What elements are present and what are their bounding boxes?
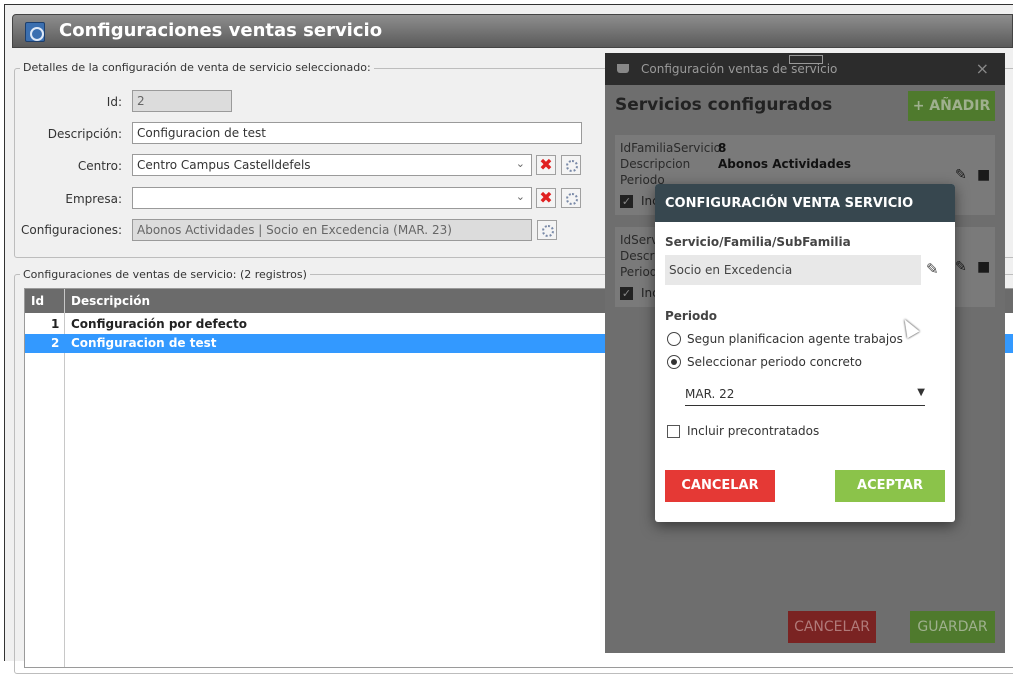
edit-icon[interactable]: ✎ [926, 260, 939, 278]
include-checkbox[interactable]: ✓ [620, 287, 633, 300]
panel-cancel-button[interactable]: CANCELAR [788, 611, 876, 643]
include-precontratados-checkbox[interactable] [667, 425, 680, 438]
row-descripcion: Configuración por defecto [71, 317, 247, 331]
column-header-id[interactable]: Id [31, 294, 44, 308]
row-id: 1 [51, 317, 60, 331]
basket-icon [617, 64, 629, 73]
chevron-down-icon: ⌄ [515, 190, 525, 203]
panel-header: Configuración ventas de servicio × [605, 53, 1005, 85]
clear-empresa-button[interactable]: ✖ [536, 188, 556, 208]
radio-periodo-concreto-label: Seleccionar periodo concreto [687, 355, 862, 369]
trash-icon[interactable]: ■ [977, 259, 990, 275]
card-key: IdFamiliaServicio [620, 141, 721, 155]
empresa-config-button[interactable] [561, 188, 581, 208]
settings-app-icon [25, 22, 45, 42]
edit-icon[interactable]: ✎ [955, 167, 967, 183]
centro-config-button[interactable] [561, 155, 581, 175]
dialog-title: CONFIGURACIÓN VENTA SERVICIO [655, 184, 955, 222]
panel-save-button[interactable]: GUARDAR [910, 611, 995, 643]
configuraciones-config-button[interactable] [537, 220, 557, 240]
id-field[interactable]: 2 [132, 90, 232, 112]
service-section-label: Servicio/Familia/SubFamilia [665, 235, 851, 249]
periodo-section-label: Periodo [665, 309, 718, 323]
card-key: Period [620, 265, 658, 279]
period-select[interactable]: MAR. 22 ▼ [685, 382, 925, 406]
radio-segun-planificacion-label: Segun planificacion agente trabajos [687, 332, 903, 346]
trash-icon[interactable]: ■ [977, 167, 990, 183]
include-checkbox[interactable]: ✓ [620, 195, 633, 208]
empresa-select[interactable]: ⌄ [132, 187, 532, 209]
centro-select-value: Centro Campus Castelldefels [137, 158, 311, 172]
centro-label: Centro: [77, 159, 122, 173]
configuraciones-label: Configuraciones: [21, 223, 122, 237]
chevron-down-icon: ⌄ [515, 157, 525, 170]
window-titlebar: Configuraciones ventas servicio [12, 14, 1013, 48]
service-config-dialog: CONFIGURACIÓN VENTA SERVICIO Servicio/Fa… [655, 184, 955, 522]
card-key: Descripcion [620, 157, 691, 171]
centro-select[interactable]: Centro Campus Castelldefels ⌄ [132, 154, 532, 176]
period-select-value: MAR. 22 [685, 387, 735, 401]
clear-centro-button[interactable]: ✖ [536, 155, 556, 175]
include-precontratados-label: Incluir precontratados [687, 424, 820, 438]
panel-heading: Servicios configurados [615, 95, 833, 115]
descripcion-input[interactable]: Configuracion de test [132, 122, 582, 144]
panel-title: Configuración ventas de servicio [641, 62, 838, 76]
column-header-descripcion[interactable]: Descripción [71, 294, 150, 308]
radio-periodo-concreto[interactable] [667, 355, 681, 369]
card-value: 8 [718, 141, 727, 155]
id-label: Id: [106, 95, 122, 109]
configuraciones-field[interactable]: Abonos Actividades | Socio en Excedencia… [132, 219, 532, 241]
details-legend: Detalles de la configuración de venta de… [20, 61, 374, 74]
edit-icon[interactable]: ✎ [955, 259, 967, 275]
window-title: Configuraciones ventas servicio [59, 20, 383, 41]
list-legend: Configuraciones de ventas de servicio: (… [20, 268, 310, 281]
row-descripcion: Configuracion de test [71, 336, 217, 350]
dialog-cancel-button[interactable]: CANCELAR [665, 470, 775, 502]
caret-down-icon: ▼ [917, 387, 925, 398]
dialog-accept-button[interactable]: ACEPTAR [835, 470, 945, 502]
radio-segun-planificacion[interactable] [667, 332, 681, 346]
card-value: Abonos Actividades [718, 157, 851, 171]
row-id: 2 [51, 336, 60, 350]
service-field[interactable]: Socio en Excedencia [665, 255, 921, 285]
empresa-label: Empresa: [65, 192, 122, 206]
close-icon[interactable]: × [976, 59, 989, 78]
descripcion-label: Descripción: [47, 127, 122, 141]
drag-handle-icon[interactable] [789, 55, 823, 64]
add-service-button[interactable]: + AÑADIR [908, 91, 995, 121]
